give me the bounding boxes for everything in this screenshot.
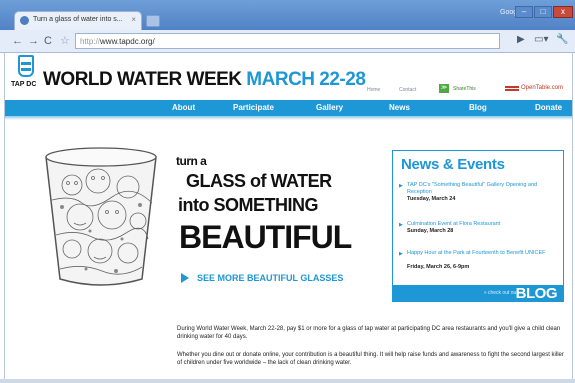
window-bottom-edge xyxy=(0,379,575,383)
maximize-button[interactable]: □ xyxy=(534,6,552,18)
headline-main: WORLD WATER WEEK xyxy=(43,69,242,90)
bullet-arrow-icon: ▶ xyxy=(399,222,403,228)
url-host: www.tapdc.org/ xyxy=(100,37,155,46)
go-icon[interactable]: ▶ xyxy=(517,34,525,45)
news-item-date: Sunday, March 28 xyxy=(407,228,454,234)
contact-link[interactable]: Contact xyxy=(399,87,416,93)
minimize-button[interactable]: – xyxy=(515,6,533,18)
glass-logo-icon xyxy=(18,55,34,77)
url-text: http://www.tapdc.org/ xyxy=(80,37,155,46)
browser-tab[interactable]: Turn a glass of water into s... × xyxy=(14,11,142,30)
headline-date: MARCH 22-28 xyxy=(246,69,366,90)
main-nav: About Participate Gallery News Blog Dona… xyxy=(5,100,572,120)
hero-line-3: into SOMETHING xyxy=(178,195,319,215)
blog-link-bar[interactable]: » check out our BLOG xyxy=(393,285,563,302)
opentable-label: OpenTable.com xyxy=(521,85,564,91)
news-events-panel: News & Events ▶ TAP DC's "Something Beau… xyxy=(392,150,564,302)
browser-titlebar: Turn a glass of water into s... × Google… xyxy=(0,0,575,30)
donate-paragraph: Whether you dine out or donate online, y… xyxy=(177,352,564,366)
play-arrow-icon xyxy=(181,273,189,283)
nav-blog[interactable]: Blog xyxy=(469,103,487,112)
bookmark-star-icon[interactable]: ☆ xyxy=(60,34,70,48)
news-item-title[interactable]: TAP DC's "Something Beautiful" Gallery O… xyxy=(407,182,547,196)
nav-donate[interactable]: Donate xyxy=(535,103,562,112)
news-item-title[interactable]: Happy Hour at the Park at Fourteenth to … xyxy=(407,250,547,257)
page-headline: WORLD WATER WEEK MARCH 22-28 xyxy=(43,69,366,91)
news-item-date: Friday, March 26, 6-9pm xyxy=(407,264,470,270)
browser-toolbar: ← → C ☆ http://www.tapdc.org/ ▶ ▭▾ 🔧 xyxy=(0,30,575,53)
share-icon: ≫ xyxy=(439,84,449,93)
back-arrow-icon[interactable]: ← xyxy=(12,34,23,48)
tapdc-logo[interactable]: TAP DC xyxy=(11,55,41,95)
sharethis-label: ShareThis xyxy=(453,86,476,92)
intro-paragraph: During World Water Week, March 22-28, pa… xyxy=(177,326,561,340)
decorated-glass-illustration[interactable] xyxy=(42,145,160,287)
opentable-icon xyxy=(505,86,519,91)
url-protocol: http:// xyxy=(80,37,101,46)
nav-participate[interactable]: Participate xyxy=(233,103,274,112)
news-item-title[interactable]: Culmination Event at Flora Restaurant xyxy=(407,221,547,228)
tab-title: Turn a glass of water into s... xyxy=(33,16,123,23)
hero-line-4: BEAUTIFUL xyxy=(179,219,352,255)
bullet-arrow-icon: ▶ xyxy=(399,183,403,189)
tab-close-icon[interactable]: × xyxy=(131,15,136,24)
news-events-title: News & Events xyxy=(401,156,505,173)
blog-label: BLOG xyxy=(515,285,558,302)
home-link[interactable]: Home xyxy=(367,87,380,93)
page-viewport: TAP DC WORLD WATER WEEK MARCH 22-28 Home… xyxy=(4,53,573,379)
new-tab-button[interactable] xyxy=(146,15,160,27)
wrench-icon[interactable]: 🔧 xyxy=(556,34,568,45)
close-window-button[interactable]: x xyxy=(553,6,573,18)
address-bar[interactable]: http://www.tapdc.org/ xyxy=(75,33,500,49)
nav-about[interactable]: About xyxy=(172,103,195,112)
favicon-icon xyxy=(20,16,29,25)
page-menu-icon[interactable]: ▭▾ xyxy=(534,34,548,45)
hero-line-2: GLASS of WATER xyxy=(186,171,332,191)
see-more-label: SEE MORE BEAUTIFUL GLASSES xyxy=(197,273,344,283)
bullet-arrow-icon: ▶ xyxy=(399,251,403,257)
news-item-date: Tuesday, March 24 xyxy=(407,196,456,202)
blog-check-label: » check out our xyxy=(483,290,518,296)
logo-text: TAP DC xyxy=(11,81,37,88)
hero-line-1: turn a xyxy=(176,154,207,168)
reload-icon[interactable]: C xyxy=(44,34,52,48)
nav-gallery[interactable]: Gallery xyxy=(316,103,343,112)
nav-news[interactable]: News xyxy=(389,103,410,112)
forward-arrow-icon[interactable]: → xyxy=(28,34,39,48)
